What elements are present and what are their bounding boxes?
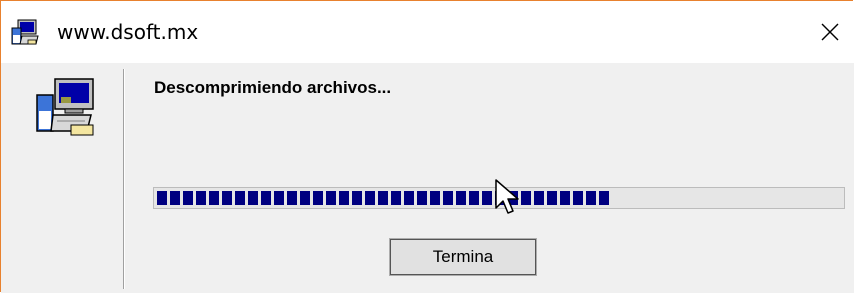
window-title: www.dsoft.mx [57, 20, 199, 44]
setup-computer-icon [11, 19, 39, 45]
close-button[interactable] [806, 1, 854, 63]
dialog-body: Descomprimiendo archivos... Termina [1, 63, 854, 293]
status-text: Descomprimiendo archivos... [154, 78, 392, 97]
title-bar: www.dsoft.mx [1, 1, 854, 63]
installer-window: www.dsoft.mx Descomprimiendo archivos...… [0, 0, 854, 293]
progress-bar [153, 187, 845, 209]
finish-button[interactable]: Termina [389, 238, 537, 276]
progress-fill [157, 191, 609, 205]
vertical-divider [123, 69, 124, 289]
setup-computer-icon [36, 78, 94, 136]
close-icon [821, 23, 839, 41]
